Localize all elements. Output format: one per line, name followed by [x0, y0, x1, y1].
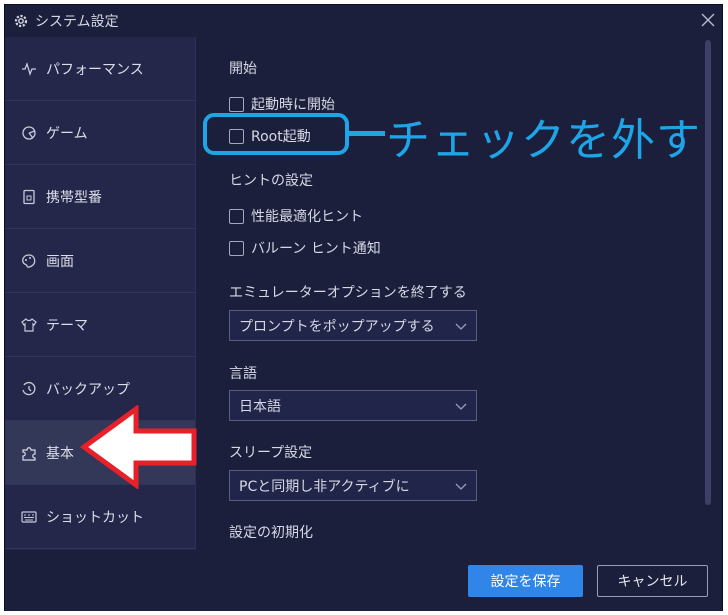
chevron-down-icon: [454, 399, 468, 413]
sidebar-item-device-model[interactable]: 携帯型番: [5, 165, 195, 229]
shirt-icon: [21, 317, 37, 333]
language-select[interactable]: 日本語: [229, 390, 477, 421]
select-value: プロンプトをポップアップする: [239, 318, 435, 335]
callout-text: チェックを外す: [386, 115, 701, 166]
checkbox-box[interactable]: [229, 240, 244, 256]
callout-line: [349, 131, 385, 136]
footer-bar: 設定を保存 キャンセル: [5, 551, 722, 611]
phone-icon: [21, 189, 37, 205]
sidebar-item-performance[interactable]: パフォーマンス: [5, 37, 195, 101]
section-heading-language: 言語: [229, 366, 257, 382]
section-heading-sleep: スリープ設定: [229, 445, 313, 461]
settings-window: システム設定 パフォーマンス ゲーム 携帯型番 画面 テーマ バックアップ 基本…: [4, 4, 723, 611]
arrow-left-icon: [80, 405, 197, 489]
sidebar-item-label: 携帯型番: [46, 189, 102, 206]
balloon-hint-checkbox[interactable]: バルーン ヒント通知: [229, 238, 381, 258]
section-heading-hints: ヒントの設定: [229, 173, 313, 189]
sidebar-item-label: 基本: [46, 445, 74, 462]
launch-on-boot-checkbox[interactable]: 起動時に開始: [229, 94, 335, 114]
keyboard-icon: [21, 509, 37, 525]
pulse-icon: [21, 61, 37, 77]
section-heading-reset: 設定の初期化: [229, 525, 313, 541]
highlight-box: [203, 113, 349, 155]
perf-hint-checkbox[interactable]: 性能最適化ヒント: [229, 206, 363, 226]
sidebar-item-label: 画面: [46, 253, 74, 270]
checkbox-box[interactable]: [229, 96, 244, 112]
sidebar-item-label: テーマ: [46, 317, 88, 334]
title-bar: システム設定: [5, 5, 722, 36]
palette-icon: [21, 253, 37, 269]
scrollbar-thumb[interactable]: [705, 40, 711, 505]
save-settings-button[interactable]: 設定を保存: [468, 565, 583, 597]
chevron-down-icon: [454, 479, 468, 493]
close-icon[interactable]: [700, 12, 716, 28]
sidebar-item-shortcut[interactable]: ショットカット: [5, 485, 195, 549]
checkbox-box[interactable]: [229, 208, 244, 224]
section-heading-exit-option: エミュレーターオプションを終了する: [229, 285, 467, 301]
select-value: PCと同期し非アクティブに: [239, 478, 410, 495]
window-title: システム設定: [35, 13, 119, 30]
checkbox-label: バルーン ヒント通知: [251, 241, 381, 257]
sleep-select[interactable]: PCと同期し非アクティブに: [229, 470, 477, 501]
sidebar-item-game[interactable]: ゲーム: [5, 101, 195, 165]
checkbox-label: 起動時に開始: [251, 97, 335, 113]
sidebar-item-label: ショットカット: [46, 509, 144, 526]
sidebar-item-label: パフォーマンス: [46, 61, 144, 78]
history-icon: [21, 381, 37, 397]
exit-option-select[interactable]: プロンプトをポップアップする: [229, 310, 477, 341]
checkbox-label: 性能最適化ヒント: [251, 209, 363, 225]
scrollbar[interactable]: [705, 38, 711, 508]
sidebar-item-label: バックアップ: [46, 381, 130, 398]
gear-icon: [13, 13, 29, 29]
sidebar-item-label: ゲーム: [46, 125, 88, 142]
sidebar-item-theme[interactable]: テーマ: [5, 293, 195, 357]
sidebar-item-display[interactable]: 画面: [5, 229, 195, 293]
puzzle-icon: [21, 445, 37, 461]
pie-icon: [21, 125, 37, 141]
chevron-down-icon: [454, 319, 468, 333]
select-value: 日本語: [239, 398, 281, 415]
cancel-button[interactable]: キャンセル: [597, 565, 708, 597]
section-heading-startup: 開始: [229, 61, 257, 77]
